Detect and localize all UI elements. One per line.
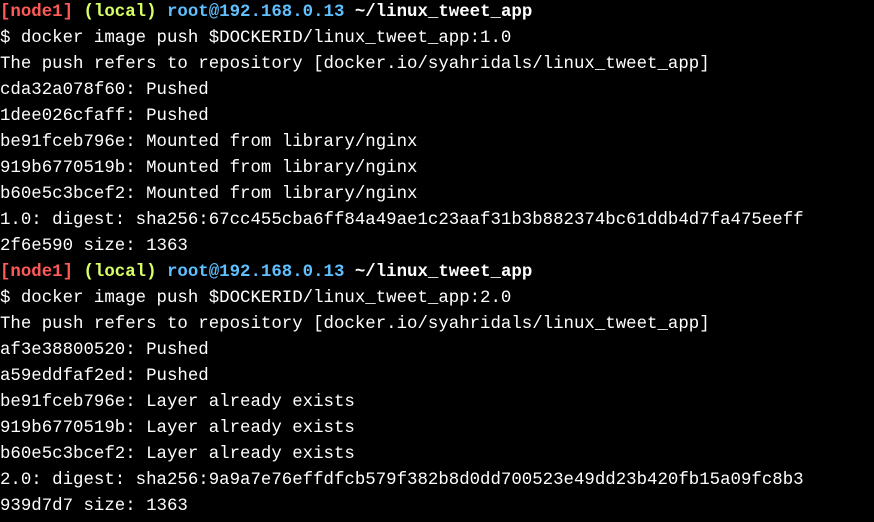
output-line: af3e38800520: Pushed [0, 341, 209, 360]
prompt-node: [node1] [0, 263, 74, 282]
prompt-user-host: root@192.168.0.13 [167, 263, 345, 282]
output-line: cda32a078f60: Pushed [0, 81, 209, 100]
output-line: be91fceb796e: Mounted from library/nginx [0, 133, 418, 152]
output-line: 939d7d7 size: 1363 [0, 497, 188, 516]
output-line: The push refers to repository [docker.io… [0, 315, 710, 334]
command-line: $ docker image push $DOCKERID/linux_twee… [0, 29, 512, 48]
output-line: 919b6770519b: Layer already exists [0, 419, 355, 438]
output-line: a59eddfaf2ed: Pushed [0, 367, 209, 386]
prompt-path: ~/linux_tweet_app [354, 263, 533, 282]
prompt-line: [node1] (local) root@192.168.0.13 ~/linu… [0, 262, 874, 288]
prompt-node: [node1] [0, 3, 74, 22]
prompt-user-host: root@192.168.0.13 [167, 3, 345, 22]
output-line: The push refers to repository [docker.io… [0, 55, 710, 74]
output-line: b60e5c3bcef2: Layer already exists [0, 445, 355, 464]
prompt-local: (local) [83, 263, 157, 282]
prompt-path: ~/linux_tweet_app [354, 3, 533, 22]
output-line: 919b6770519b: Mounted from library/nginx [0, 159, 418, 178]
output-line: b60e5c3bcef2: Mounted from library/nginx [0, 185, 418, 204]
output-line: 1.0: digest: sha256:67cc455cba6ff84a49ae… [0, 211, 804, 230]
output-line: 1dee026cfaff: Pushed [0, 107, 209, 126]
output-line: be91fceb796e: Layer already exists [0, 393, 355, 412]
output-line: 2.0: digest: sha256:9a9a7e76effdfcb579f3… [0, 471, 804, 490]
command-line: $ docker image push $DOCKERID/linux_twee… [0, 289, 512, 308]
output-line: 2f6e590 size: 1363 [0, 237, 188, 256]
prompt-local: (local) [83, 3, 157, 22]
prompt-line: [node1] (local) root@192.168.0.13 ~/linu… [0, 2, 874, 28]
terminal-window[interactable]: [node1] (local) root@192.168.0.13 ~/linu… [0, 0, 874, 520]
